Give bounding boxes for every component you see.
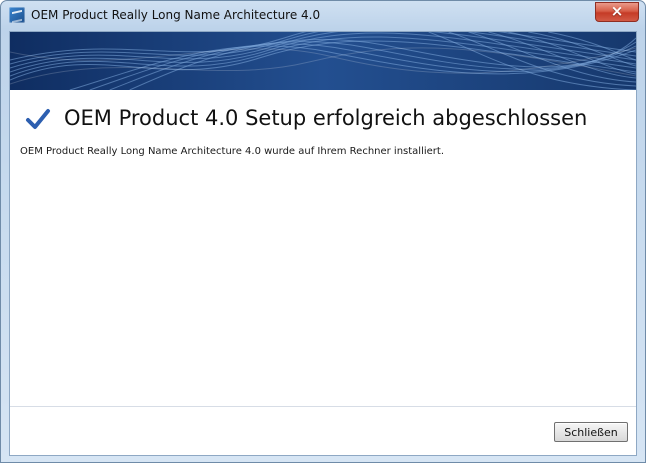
- installation-message: OEM Product Really Long Name Architectur…: [20, 146, 445, 157]
- banner-wave-pattern: [10, 32, 636, 90]
- completion-header: OEM Product 4.0 Setup erfolgreich abgesc…: [10, 90, 636, 210]
- content-frame: OEM Product 4.0 Setup erfolgreich abgesc…: [9, 31, 637, 456]
- footer-bar: Schließen: [10, 407, 636, 455]
- app-icon: [9, 7, 25, 23]
- finish-close-button[interactable]: Schließen: [554, 422, 628, 442]
- header-banner: [10, 32, 636, 90]
- window-title: OEM Product Really Long Name Architectur…: [31, 8, 321, 22]
- close-icon: ×: [610, 2, 624, 20]
- window-close-button[interactable]: ×: [595, 2, 639, 22]
- installer-window: OEM Product Really Long Name Architectur…: [0, 0, 646, 463]
- checkmark-icon: [26, 109, 50, 129]
- title-bar: OEM Product Really Long Name Architectur…: [1, 1, 645, 31]
- completion-headline: OEM Product 4.0 Setup erfolgreich abgesc…: [64, 106, 588, 130]
